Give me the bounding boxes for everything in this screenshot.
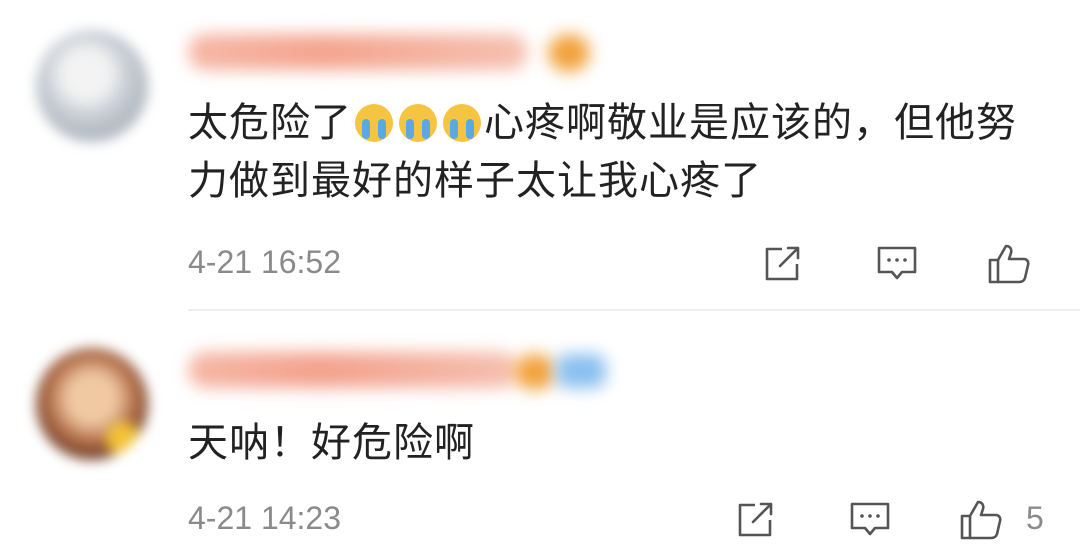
crying-face-icon — [399, 104, 437, 142]
share-button[interactable] — [760, 240, 806, 286]
crying-face-icon — [355, 104, 393, 142]
avatar[interactable] — [36, 348, 148, 460]
reply-button[interactable] — [847, 496, 893, 542]
share-icon — [765, 246, 800, 281]
thumbs-up-icon — [988, 244, 1030, 284]
comment-item: 天呐！好危险啊 4-21 14:23 5 — [0, 318, 1080, 546]
comment-timestamp: 4-21 16:52 — [188, 244, 342, 280]
divider — [188, 309, 1080, 311]
level-badge-icon — [556, 354, 606, 388]
like-button[interactable] — [958, 496, 1004, 542]
share-button[interactable] — [733, 496, 779, 542]
avatar[interactable] — [36, 30, 148, 142]
comment-text: 天呐！好危险啊 — [188, 420, 475, 466]
username-blurred[interactable] — [188, 352, 518, 388]
comment-text-part: 太危险了 — [188, 100, 352, 146]
crying-face-icon — [443, 104, 481, 142]
like-button[interactable] — [986, 240, 1032, 286]
username-blurred[interactable] — [188, 34, 528, 70]
user-badge-icon — [548, 34, 590, 72]
comment-icon — [877, 246, 917, 280]
thumbs-up-icon — [960, 500, 1002, 540]
comment-item: 太危险了 心疼啊敬业是应该的，但他努力做到最好的样子太让我心疼了 4-21 16:… — [0, 0, 1080, 310]
share-icon — [738, 502, 773, 537]
comment-timestamp: 4-21 14:23 — [188, 500, 342, 536]
like-count: 5 — [1026, 500, 1044, 536]
comment-text: 太危险了 心疼啊敬业是应该的，但他努力做到最好的样子太让我心疼了 — [188, 94, 1048, 210]
reply-button[interactable] — [874, 240, 920, 286]
comment-icon — [850, 502, 890, 536]
user-badge-icon — [514, 354, 556, 390]
